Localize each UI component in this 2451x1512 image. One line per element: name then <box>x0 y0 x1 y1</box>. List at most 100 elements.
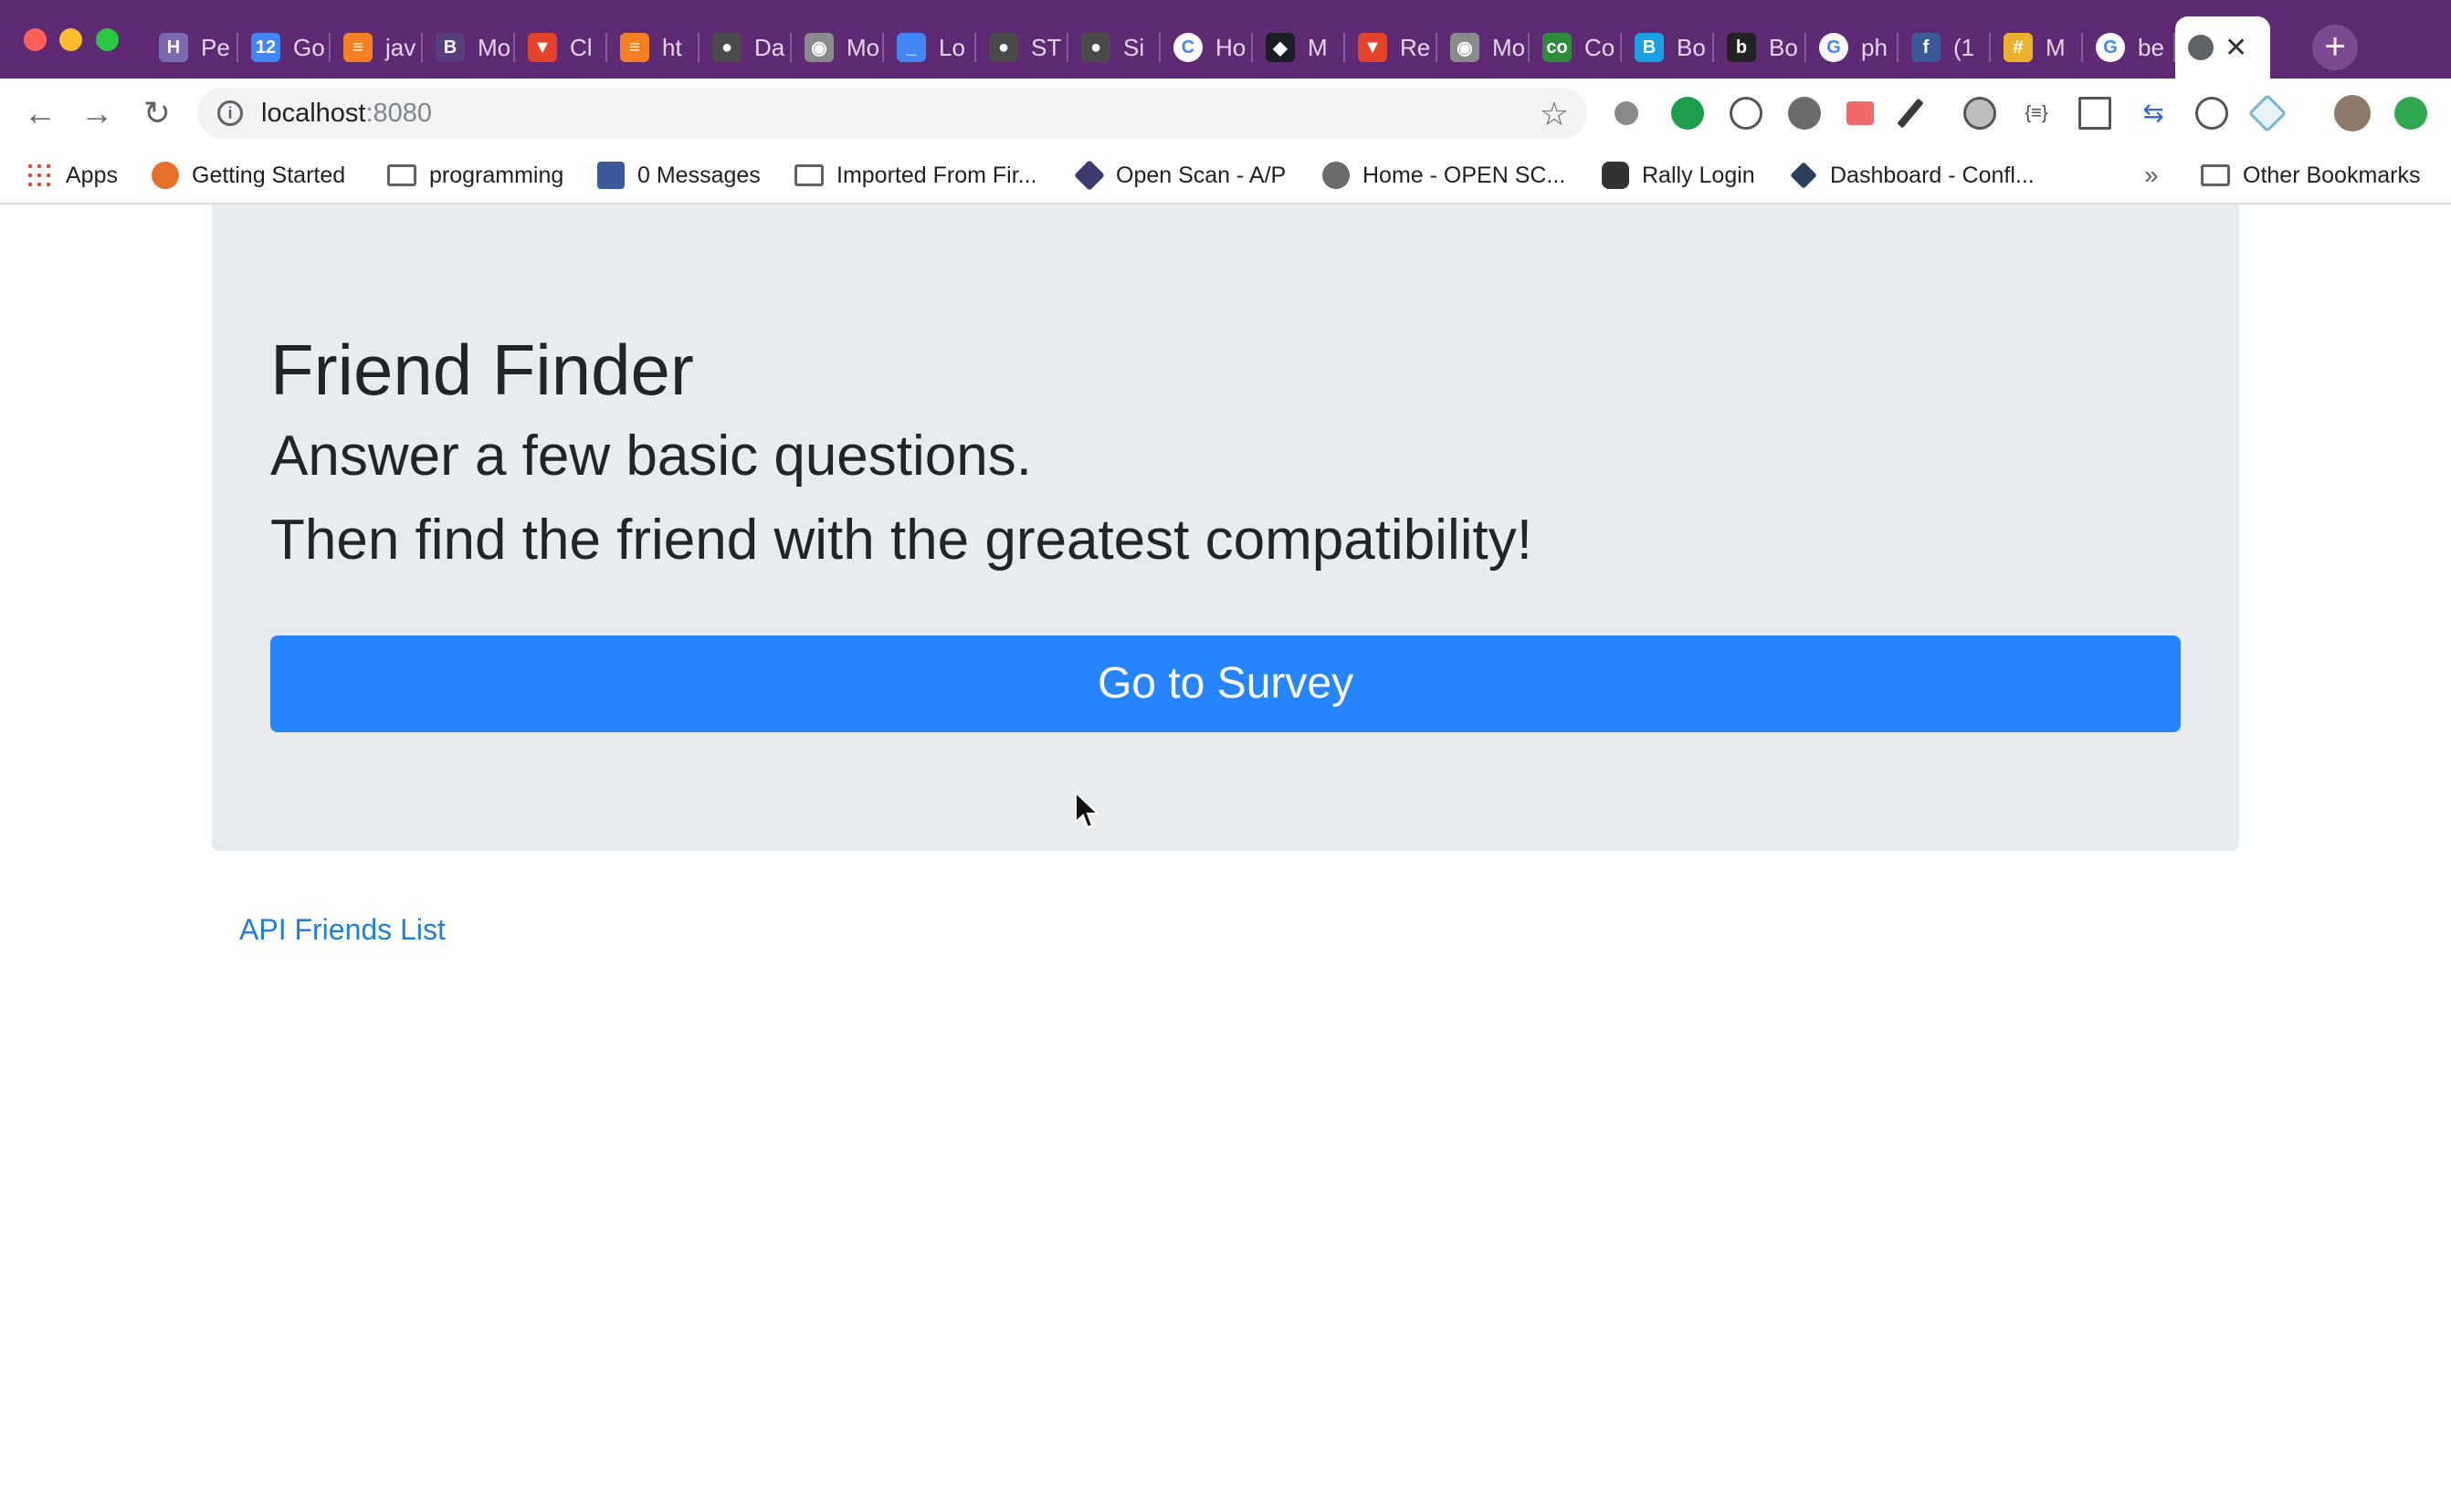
tab-title: M <box>1308 33 1328 61</box>
bookmark-dashboard-confluence[interactable]: Dashboard - Confl... <box>1790 157 2035 194</box>
extension-chat-icon[interactable] <box>1671 97 1704 130</box>
bookmark-home-open-scan[interactable]: Home - OPEN SC... <box>1322 157 1565 194</box>
tab-title: M <box>2046 33 2066 61</box>
tab-title: (1 <box>1953 33 1975 61</box>
forward-button[interactable]: → <box>75 91 119 135</box>
api-friends-list-link[interactable]: API Friends List <box>239 913 446 947</box>
tab-3[interactable]: B Mo <box>423 16 515 79</box>
tab-4[interactable]: ▼ Cl <box>515 16 607 79</box>
tab-9[interactable]: ● ST <box>976 16 1068 79</box>
info-icon[interactable]: i <box>217 100 243 126</box>
tab-title: Cl <box>570 33 593 61</box>
globe-icon <box>1322 162 1350 189</box>
tab-12[interactable]: ◆ M <box>1253 16 1345 79</box>
bookmark-rally-login[interactable]: Rally Login <box>1602 157 1755 194</box>
tab-19[interactable]: f (1 <box>1899 16 1991 79</box>
apps-grid-icon <box>26 162 53 189</box>
diamond-icon <box>1074 160 1105 191</box>
bookmark-label: Other Bookmarks <box>2243 162 2421 188</box>
tab-10[interactable]: ● Si <box>1068 16 1161 79</box>
extension-record-icon[interactable] <box>1846 101 1874 125</box>
minimize-window-button[interactable] <box>59 28 82 51</box>
bookmark-getting-started[interactable]: Getting Started <box>152 157 345 194</box>
bookmark-other-bookmarks[interactable]: Other Bookmarks <box>2201 157 2421 194</box>
tab-title: Ho <box>1215 33 1247 61</box>
extension-arrows-icon[interactable]: ⇆ <box>2137 97 2170 130</box>
tab-5[interactable]: ≡ ht <box>607 16 700 79</box>
google-icon: G <box>2096 33 2125 62</box>
reload-button[interactable]: ↻ <box>135 91 179 135</box>
update-icon[interactable] <box>2394 97 2427 130</box>
bootstrap-icon: B <box>1635 33 1664 62</box>
mouse-cursor-icon <box>1075 791 1100 829</box>
url-host: localhost <box>261 98 366 128</box>
tab-20[interactable]: # M <box>1991 16 2083 79</box>
close-tab-icon[interactable]: ✕ <box>2225 32 2247 64</box>
jumbotron: Friend Finder Answer a few basic questio… <box>212 205 2239 851</box>
facebook-icon: f <box>1911 33 1941 62</box>
confluence-icon <box>1790 162 1817 189</box>
tab-18[interactable]: Gph <box>1806 16 1899 79</box>
extension-eyedropper-icon[interactable] <box>1897 98 1924 129</box>
mongodb-icon: ◉ <box>1450 33 1479 62</box>
line-icon: _ <box>897 33 926 62</box>
new-tab-button[interactable]: + <box>2312 25 2358 70</box>
tab-title: Go <box>293 33 325 61</box>
facebook-icon <box>597 162 625 189</box>
extension-face-icon[interactable] <box>1730 97 1762 130</box>
tab-17[interactable]: b Bo <box>1714 16 1806 79</box>
extension-react-icon[interactable] <box>2247 93 2288 133</box>
tab-13[interactable]: ▼ Re <box>1345 16 1437 79</box>
github-icon: ◆ <box>1266 33 1295 62</box>
tab-0[interactable]: H Pe <box>146 16 238 79</box>
bookmark-star-icon[interactable]: ☆ <box>1540 95 1569 133</box>
bookmark-imported[interactable]: Imported From Fir... <box>794 157 1036 194</box>
bookmark-open-scan[interactable]: Open Scan - A/P <box>1074 157 1286 194</box>
extension-json-icon[interactable]: {≡} <box>2020 97 2053 130</box>
tab-title: Co <box>1584 33 1615 61</box>
globe-icon: ● <box>989 33 1018 62</box>
tab-title: Bo <box>1677 33 1706 61</box>
tab-7[interactable]: ◉ Mo <box>792 16 884 79</box>
tab-title: Bo <box>1769 33 1798 61</box>
tab-active[interactable]: ✕ <box>2175 16 2270 79</box>
back-button[interactable]: ← <box>18 91 62 135</box>
tab-2[interactable]: ≡ jav <box>331 16 423 79</box>
tab-14[interactable]: ◉ Mo <box>1437 16 1530 79</box>
bootstrap-icon: B <box>436 33 465 62</box>
tab-15[interactable]: co Co <box>1530 16 1622 79</box>
ca-icon <box>1602 162 1629 189</box>
bookmark-label: Dashboard - Confl... <box>1830 162 2035 188</box>
bookmark-label: Home - OPEN SC... <box>1362 162 1566 188</box>
tab-1[interactable]: 12 Go <box>238 16 331 79</box>
globe-icon: ● <box>712 33 742 62</box>
gitlab-icon: ▼ <box>528 33 557 62</box>
calendar-icon: 12 <box>251 33 280 62</box>
bookmark-programming[interactable]: programming <box>387 157 563 194</box>
extension-circle-icon[interactable] <box>1963 97 1996 130</box>
stackoverflow-icon: ≡ <box>343 33 373 62</box>
tab-8[interactable]: _ Lo <box>884 16 976 79</box>
globe-icon <box>2188 35 2214 60</box>
close-window-button[interactable] <box>24 28 47 51</box>
bookmark-label: Getting Started <box>192 162 346 188</box>
extension-robot-icon[interactable] <box>1788 97 1821 130</box>
more-bookmarks-chevron-icon[interactable]: » <box>2144 161 2159 190</box>
tab-11[interactable]: C Ho <box>1161 16 1253 79</box>
avatar[interactable] <box>2334 95 2371 131</box>
extension-bulb-icon[interactable] <box>1615 101 1638 125</box>
go-to-survey-button[interactable]: Go to Survey <box>270 635 2181 732</box>
tab-title: Mo <box>478 33 511 61</box>
address-bar[interactable]: i localhost:8080 ☆ <box>197 88 1587 139</box>
tab-21[interactable]: Gbe <box>2083 16 2175 79</box>
bookmark-messages[interactable]: 0 Messages <box>597 157 761 194</box>
bookmark-label: Imported From Fir... <box>836 162 1037 188</box>
tab-16[interactable]: B Bo <box>1622 16 1714 79</box>
gitlab-icon: ▼ <box>1358 33 1387 62</box>
extension-screenshot-icon[interactable] <box>2078 97 2111 130</box>
bookmark-label: 0 Messages <box>637 162 761 188</box>
maximize-window-button[interactable] <box>96 28 119 51</box>
bookmark-apps[interactable]: Apps <box>26 157 118 194</box>
tab-6[interactable]: ● Da <box>700 16 792 79</box>
extension-braces-icon[interactable] <box>2195 97 2228 130</box>
